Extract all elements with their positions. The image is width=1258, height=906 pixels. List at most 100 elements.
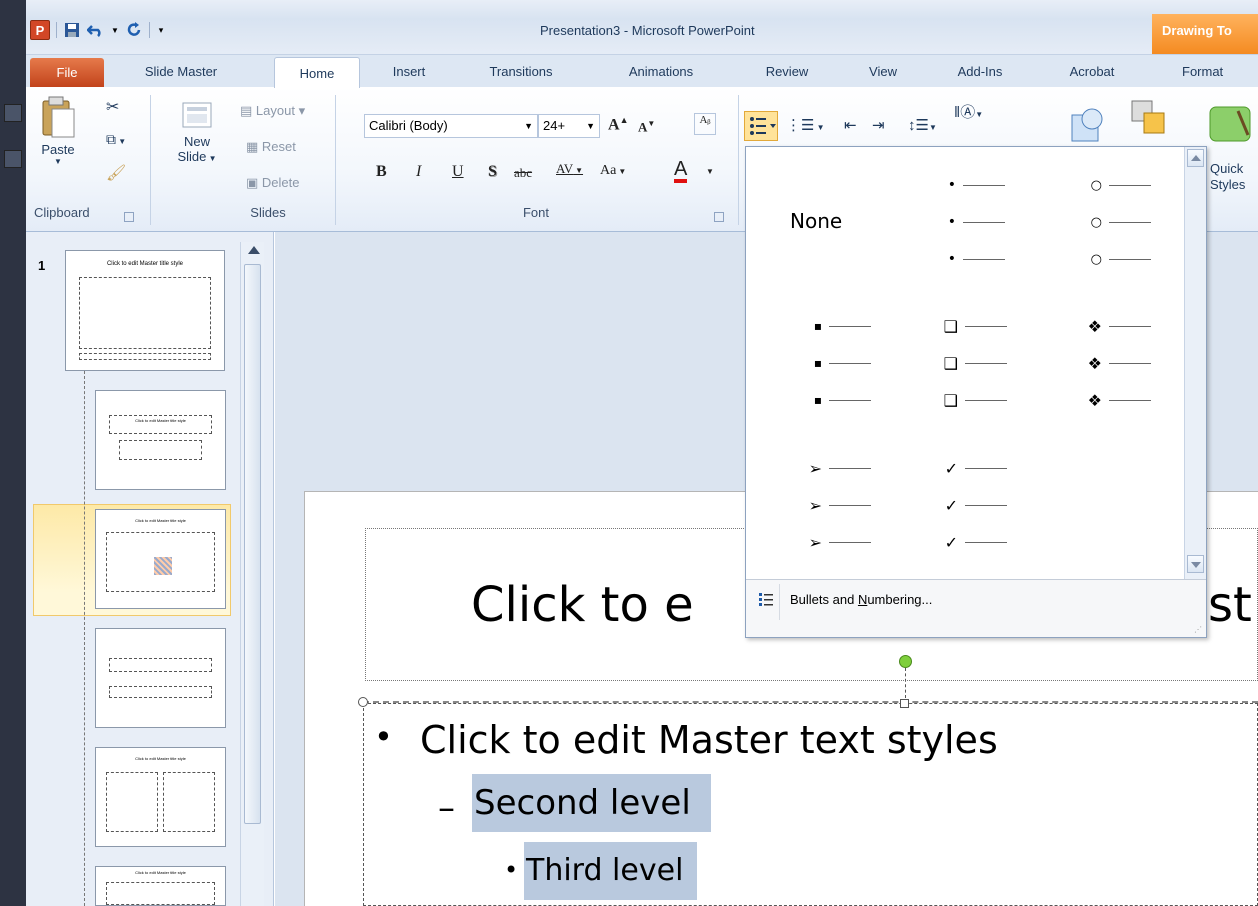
quick-styles-icon[interactable] [1208, 105, 1254, 148]
bold-button[interactable]: B [376, 163, 387, 181]
layout-thumbnail[interactable] [95, 628, 226, 728]
gallery-scroll-down-icon[interactable] [1187, 555, 1204, 573]
paste-dropdown-icon: ▼ [54, 157, 62, 166]
font-color-button[interactable]: A [674, 159, 688, 183]
tab-file[interactable]: File [30, 58, 104, 87]
change-case-button[interactable]: Aa ▼ [600, 163, 626, 179]
decrease-indent-icon[interactable]: ⇤ [844, 116, 857, 134]
quick-styles-label-1: Quick [1210, 161, 1244, 176]
bullet-style-small[interactable]: • • • [926, 177, 1005, 268]
drawing-tools-contextual-tab[interactable]: Drawing To [1152, 14, 1258, 54]
bullet-glyph: ▪ [813, 356, 822, 370]
tab-insert[interactable]: Insert [378, 55, 440, 87]
quick-styles-button[interactable]: Quick Styles [1210, 161, 1245, 193]
text-direction-icon[interactable]: ‖Ⓐ▼ [954, 101, 983, 122]
thumbnails-scrollbar[interactable] [240, 242, 264, 906]
increase-indent-icon[interactable]: ⇥ [872, 116, 885, 134]
rotation-handle[interactable] [899, 655, 912, 668]
strikethrough-button[interactable]: abc [514, 165, 532, 181]
font-launcher-icon[interactable] [714, 212, 724, 222]
bullet-style-none[interactable]: None [790, 209, 842, 233]
title-placeholder-tail: st [1208, 577, 1252, 633]
qat-separator [149, 22, 150, 38]
body-level-1[interactable]: Click to edit Master text styles [420, 718, 998, 762]
underline-button[interactable]: U [452, 163, 464, 181]
slide-master-thumbnail[interactable]: Click to edit Master title style [65, 250, 225, 371]
bullet-glyph: • [947, 214, 956, 230]
scroll-up-icon[interactable] [248, 246, 260, 254]
new-slide-button[interactable]: New Slide ▼ [172, 97, 222, 164]
new-slide-label-2: Slide [177, 149, 207, 164]
bullet-style-arrow[interactable]: ➢ ➢ ➢ [792, 460, 871, 551]
layout-thumbnail[interactable]: Click to edit Master title style [95, 747, 226, 847]
tab-animations[interactable]: Animations [606, 55, 716, 87]
bullet-style-hollow-square[interactable]: ❑ ❑ ❑ [928, 318, 1007, 409]
clear-formatting-icon[interactable]: Aᵦ [694, 113, 716, 135]
bullet-style-checkmark[interactable]: ✓ ✓ ✓ [928, 460, 1007, 551]
bullet-style-hollow-round[interactable]: ○ ○ ○ [1072, 177, 1151, 268]
window-title: Presentation3 - Microsoft PowerPoint [540, 23, 755, 38]
background-fragment [4, 104, 22, 122]
gallery-scroll-up-icon[interactable] [1187, 149, 1204, 167]
bullet-glyph: ✓ [944, 459, 958, 478]
tab-view[interactable]: View [846, 55, 920, 87]
bullet-glyph: ▪ [813, 393, 822, 407]
new-slide-label-1: New [183, 134, 210, 149]
arrange-icon[interactable] [1130, 99, 1170, 142]
tab-review[interactable]: Review [744, 55, 830, 87]
save-icon[interactable] [63, 21, 81, 39]
powerpoint-logo-icon[interactable]: P [30, 20, 50, 40]
resize-handle[interactable] [900, 699, 909, 708]
resize-grip-icon[interactable]: ⋰ [1194, 625, 1202, 634]
tab-acrobat[interactable]: Acrobat [1046, 55, 1138, 87]
delete-button[interactable]: ▣ Delete [246, 175, 300, 191]
line-spacing-icon[interactable]: ↕☰▼ [908, 116, 937, 134]
tab-slide-master[interactable]: Slide Master [126, 55, 236, 87]
resize-handle[interactable] [358, 697, 368, 707]
customize-qat-icon[interactable]: ▾ [156, 21, 166, 39]
bullets-button[interactable] [744, 111, 778, 141]
thumbnail-content-icon [154, 557, 173, 576]
copy-button[interactable]: ⧉ ▼ [106, 131, 126, 148]
italic-button[interactable]: I [416, 163, 421, 181]
grow-font-icon[interactable]: A▲ [608, 115, 628, 134]
shrink-font-icon[interactable]: A▼ [638, 119, 655, 135]
bullet-style-star-diamond[interactable]: ❖ ❖ ❖ [1072, 318, 1151, 409]
layout-connector-line [84, 371, 85, 906]
level1-bullet: • [374, 718, 393, 756]
layout-thumbnail[interactable]: Click to edit Master title style [95, 866, 226, 906]
bullets-gallery-dropdown: None • • • ○ ○ ○ ▪ ▪ ▪ ❑ ❑ ❑ ❖ ❖ ❖ ➢ ➢ ➢… [745, 146, 1207, 638]
shadow-button[interactable]: S [488, 163, 497, 181]
tab-add-ins[interactable]: Add-Ins [934, 55, 1026, 87]
gallery-scrollbar[interactable] [1184, 147, 1206, 579]
character-spacing-button[interactable]: AV ▼ [556, 161, 583, 177]
tab-format[interactable]: Format [1176, 55, 1258, 87]
font-color-dropdown-icon[interactable]: ▼ [706, 167, 714, 176]
font-name-value: Calibri (Body) [369, 118, 448, 133]
body-level-2[interactable]: Second level [472, 774, 711, 832]
font-name-combo[interactable]: Calibri (Body) ▼ [364, 114, 538, 138]
format-painter-button[interactable]: 🖌 [106, 163, 126, 183]
tab-transitions[interactable]: Transitions [466, 55, 576, 87]
undo-icon[interactable] [87, 21, 105, 39]
tab-home[interactable]: Home [274, 57, 360, 88]
layout-thumbnail[interactable]: Click to edit Master title style [95, 390, 226, 490]
cut-button[interactable]: ✂ [106, 97, 119, 117]
shapes-icon[interactable] [1066, 107, 1106, 146]
undo-dropdown-icon[interactable]: ▼ [111, 21, 119, 39]
bullets-and-numbering-item[interactable]: Bullets and Numbering... ⋰ [746, 579, 1206, 637]
font-size-combo[interactable]: 24+ ▼ [538, 114, 600, 138]
bullet-glyph: ➢ [808, 496, 822, 515]
bullet-style-square-filled[interactable]: ▪ ▪ ▪ [792, 318, 871, 409]
bullet-glyph: ❑ [943, 391, 958, 410]
reset-button[interactable]: ▦ Reset [246, 139, 296, 155]
redo-icon[interactable] [125, 21, 143, 39]
clipboard-launcher-icon[interactable] [124, 212, 134, 222]
title-placeholder-text: Click to e [471, 577, 694, 633]
layout-button[interactable]: ▤ Layout ▾ [240, 103, 305, 119]
body-level-3[interactable]: Third level [524, 842, 698, 900]
layout-thumbnail-selected[interactable]: Click to edit Master title style [95, 509, 226, 609]
numbering-icon[interactable]: ⋮☰ ▼ [786, 116, 825, 134]
scrollbar-thumb[interactable] [244, 264, 261, 824]
paste-button[interactable]: Paste ▼ [38, 95, 78, 195]
